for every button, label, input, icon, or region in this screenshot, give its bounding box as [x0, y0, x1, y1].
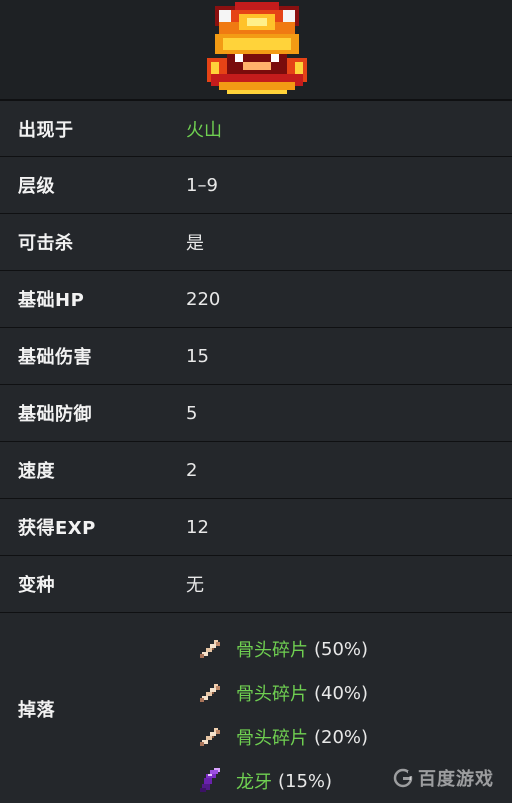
stat-value: 1–9	[186, 174, 218, 196]
stat-value: 220	[186, 288, 221, 310]
watermark-text: 百度游戏	[418, 769, 494, 790]
stat-row-variant: 变种 无	[0, 555, 512, 612]
stat-label: 基础伤害	[18, 347, 92, 368]
stat-row-floors: 层级 1–9	[0, 156, 512, 213]
stat-label: 变种	[18, 575, 55, 596]
stat-label: 层级	[18, 176, 55, 197]
stat-row-speed: 速度 2	[0, 441, 512, 498]
stat-value: 是	[186, 233, 204, 254]
drop-item-rate: (20%)	[314, 726, 369, 748]
stat-row-base-hp: 基础HP 220	[0, 270, 512, 327]
drop-item-name-link[interactable]: 骨头碎片	[236, 636, 308, 662]
drop-item: 骨头碎片 (40%)	[198, 671, 498, 715]
drop-item-name-link[interactable]: 骨头碎片	[236, 724, 308, 750]
drop-item: 骨头碎片 (50%)	[198, 627, 498, 671]
bone-fragment-icon	[200, 728, 220, 746]
monster-info-card: 出现于 火山 层级 1–9 可击杀 是 基础HP 220 基础伤害 15 基础防…	[0, 0, 512, 803]
drops-label: 掉落	[18, 700, 55, 721]
baidu-games-logo-icon	[393, 768, 413, 788]
dragon-tooth-icon	[200, 768, 220, 792]
stat-value: 5	[186, 402, 198, 424]
drop-item-name-link[interactable]: 龙牙	[236, 768, 272, 794]
stat-row-killable: 可击杀 是	[0, 213, 512, 270]
drop-item-rate: (50%)	[314, 638, 369, 660]
stat-label: 出现于	[18, 119, 74, 141]
drop-item-name-link[interactable]: 骨头碎片	[236, 680, 308, 706]
baidu-games-watermark: 百度游戏	[392, 765, 494, 791]
stat-value: 无	[186, 575, 204, 596]
stat-row-base-defense: 基础防御 5	[0, 384, 512, 441]
drop-item-rate: (40%)	[314, 682, 369, 704]
drop-item-rate: (15%)	[278, 770, 333, 792]
bone-fragment-icon	[200, 640, 220, 658]
stat-value: 15	[186, 345, 209, 367]
stat-row-exp: 获得EXP 12	[0, 498, 512, 555]
sprite-area	[0, 0, 512, 99]
stat-label: 基础HP	[18, 290, 85, 311]
stat-label: 基础防御	[18, 404, 92, 425]
stat-label: 获得EXP	[18, 518, 96, 539]
stat-row-drops: 掉落 骨头碎片 (50%) 骨头碎片 (40%) 骨头碎片 (20%) 龙牙 (…	[0, 612, 512, 803]
stat-label: 可击杀	[18, 233, 74, 254]
bone-fragment-icon	[200, 684, 220, 702]
stat-label: 速度	[18, 461, 55, 482]
drop-item: 骨头碎片 (20%)	[198, 715, 498, 759]
location-link[interactable]: 火山	[186, 101, 222, 156]
stat-value: 12	[186, 516, 209, 538]
stat-row-base-damage: 基础伤害 15	[0, 327, 512, 384]
stat-value: 2	[186, 459, 198, 481]
flame-monster-sprite	[207, 2, 307, 94]
stats-table: 出现于 火山 层级 1–9 可击杀 是 基础HP 220 基础伤害 15 基础防…	[0, 99, 512, 803]
stat-row-location: 出现于 火山	[0, 99, 512, 156]
